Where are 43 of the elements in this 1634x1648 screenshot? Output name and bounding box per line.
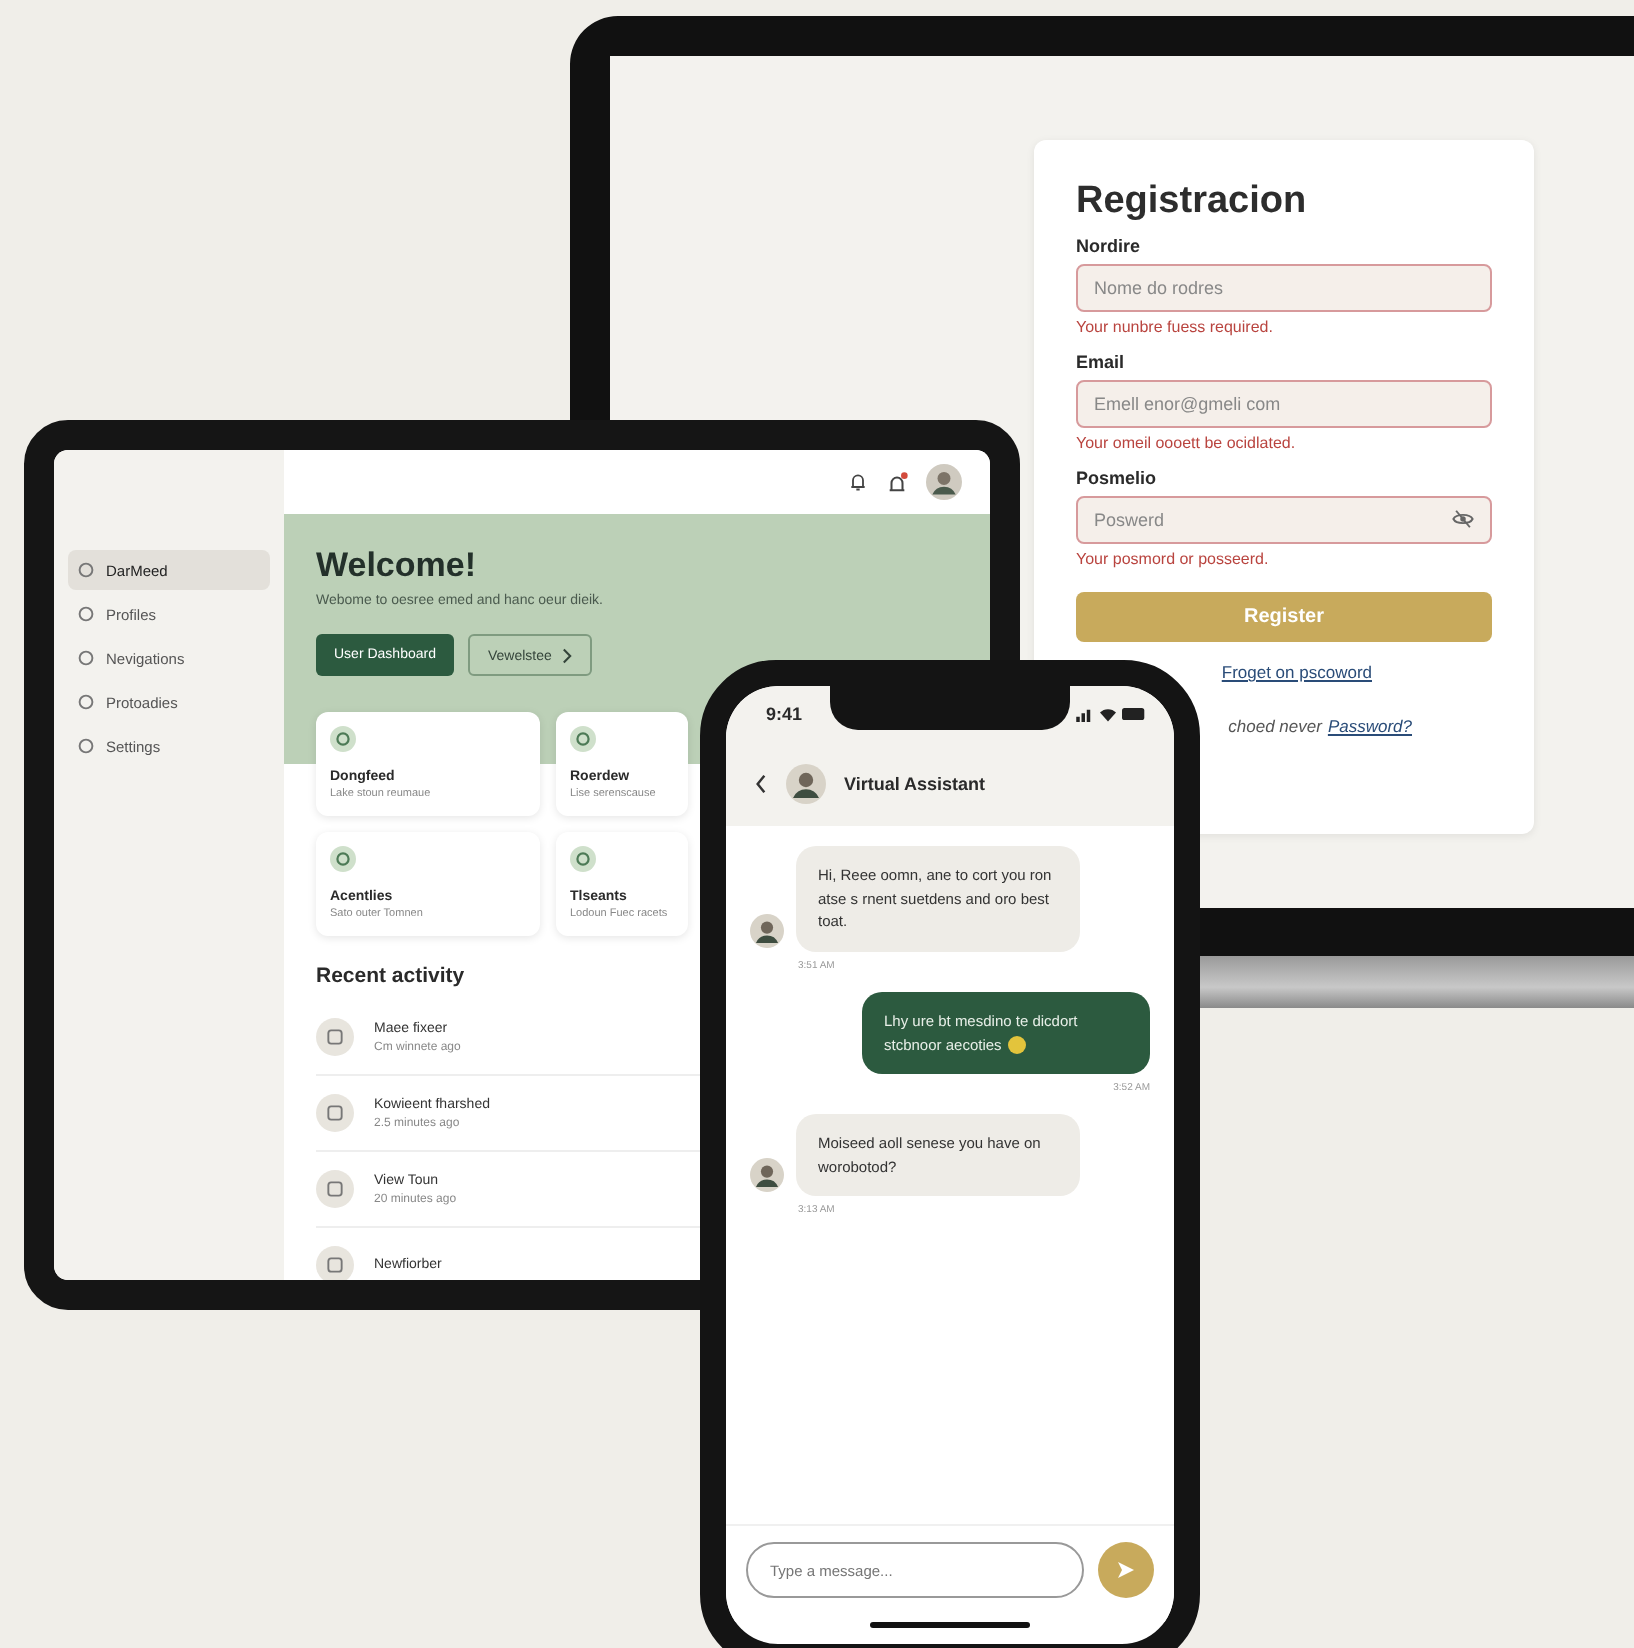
- battery-icon: [1122, 708, 1146, 720]
- error-message: Your nunbre fuess required.: [1076, 318, 1275, 336]
- document-icon: [316, 1018, 354, 1056]
- eye-slash-icon[interactable]: [1452, 508, 1474, 530]
- status-time: 9:41: [766, 704, 803, 724]
- input-field[interactable]: Nome do rodres: [1076, 264, 1492, 312]
- chevron-right-icon: [561, 647, 572, 663]
- document-icon: [316, 1170, 354, 1208]
- field-label: Posmelio: [1076, 468, 1159, 488]
- section-title: Recent activity: [316, 964, 465, 988]
- field-label: Email: [1076, 352, 1127, 372]
- send-icon: [1116, 1560, 1136, 1580]
- circle-icon: [78, 694, 94, 710]
- input-field[interactable]: Poswerd: [1076, 496, 1492, 544]
- back-icon[interactable]: [754, 774, 768, 794]
- notification-icon[interactable]: [886, 471, 908, 493]
- avatar-icon: [750, 913, 784, 948]
- chat-title: Virtual Assistant: [844, 774, 986, 794]
- input-field[interactable]: Emell enor@gmeli com: [1076, 380, 1492, 428]
- circle-icon: [78, 650, 94, 666]
- document-icon: [316, 1246, 354, 1280]
- error-message: Your omeil oooett be ocidlated.: [1076, 434, 1298, 452]
- circle-icon: [78, 738, 94, 754]
- document-icon: [316, 1094, 354, 1132]
- forgot-password-link[interactable]: Froget on pscoword: [1221, 662, 1372, 682]
- wifi-icon: [1100, 707, 1116, 721]
- footer-text: choed never: [1228, 716, 1322, 736]
- welcome-title: Welcome!: [316, 546, 478, 586]
- circle-icon: [330, 726, 356, 752]
- signal-icon: [1076, 707, 1094, 721]
- circle-icon: [78, 606, 94, 622]
- error-message: Your posmord or posseerd.: [1076, 550, 1271, 568]
- form-title: Registracion: [1076, 180, 1309, 224]
- circle-icon: [570, 726, 596, 752]
- avatar-icon: [750, 1158, 784, 1193]
- avatar-icon: [786, 764, 826, 804]
- password-link[interactable]: Password?: [1327, 716, 1412, 736]
- circle-icon: [78, 562, 94, 578]
- avatar-icon[interactable]: [926, 464, 962, 500]
- circle-icon: [570, 846, 596, 872]
- circle-icon: [330, 846, 356, 872]
- bell-icon[interactable]: [848, 472, 868, 492]
- field-label: Nordire: [1076, 236, 1143, 256]
